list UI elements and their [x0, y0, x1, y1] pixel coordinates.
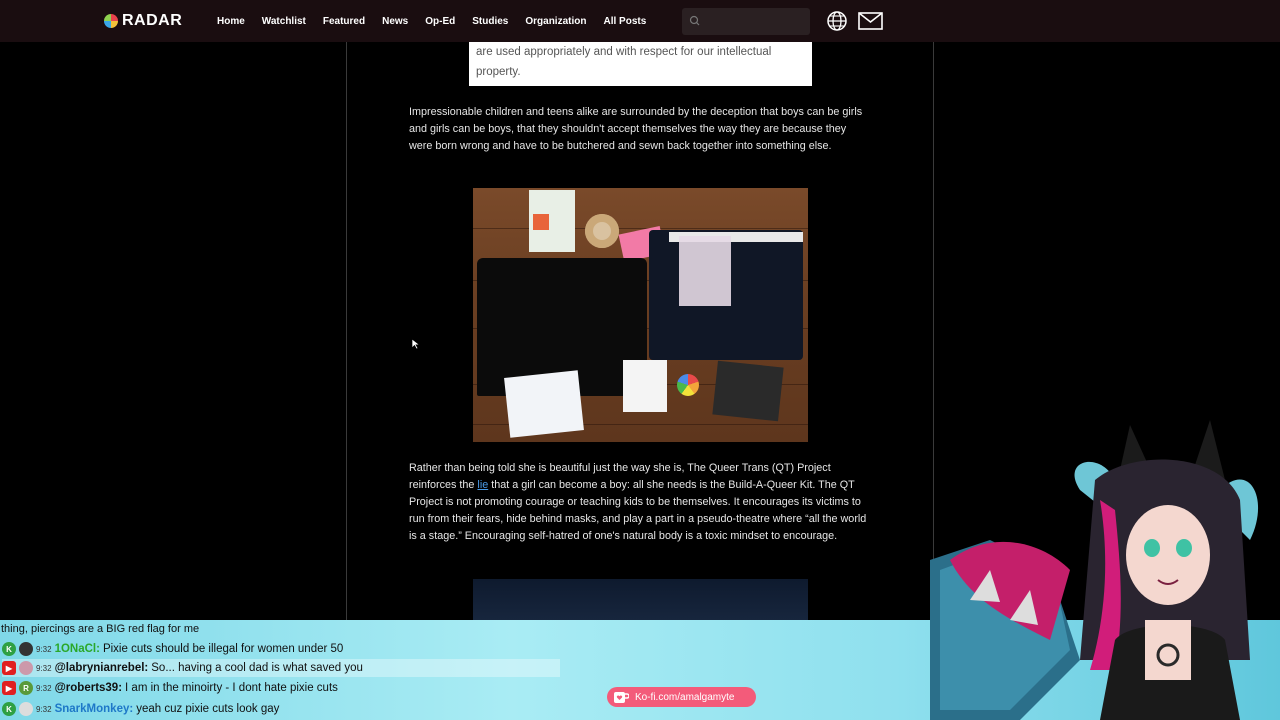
avatar: [19, 642, 33, 656]
top-navbar: RADAR Home Watchlist Featured News Op-Ed…: [0, 0, 1280, 42]
logo-mark-icon: [104, 14, 118, 28]
globe-icon[interactable]: [826, 10, 848, 32]
mouse-cursor-icon: [411, 338, 421, 350]
avatar: [19, 702, 33, 716]
vtuber-avatar: [930, 420, 1259, 720]
kick-badge-icon: K: [2, 642, 16, 656]
nav-links: Home Watchlist Featured News Op-Ed Studi…: [217, 0, 663, 42]
nav-link-all-posts[interactable]: All Posts: [603, 16, 646, 27]
article-paragraph-1: Impressionable children and teens alike …: [409, 106, 863, 152]
mail-icon[interactable]: [858, 12, 883, 30]
nav-link-featured[interactable]: Featured: [323, 16, 365, 27]
avatar: [19, 661, 33, 675]
site-logo[interactable]: RADAR: [104, 12, 182, 30]
nav-link-home[interactable]: Home: [217, 16, 245, 27]
nav-link-news[interactable]: News: [382, 16, 408, 27]
kofi-cup-icon: [614, 691, 629, 703]
chat-message: K 9:32 1ONaCl: Pixie cuts should be ille…: [2, 640, 343, 658]
kick-badge-icon: K: [2, 702, 16, 716]
youtube-badge-icon: ▶: [2, 681, 16, 695]
nav-link-studies[interactable]: Studies: [472, 16, 508, 27]
youtube-badge-icon: ▶: [2, 661, 16, 675]
nav-link-op-ed[interactable]: Op-Ed: [425, 16, 455, 27]
chat-message: ▶ R 9:32 @roberts39: I am in the minoirt…: [2, 679, 338, 697]
article-paragraph-2: Rather than being told she is beautiful …: [409, 462, 867, 542]
lie-link[interactable]: lie: [477, 479, 488, 491]
chat-partial-message: thing, piercings are a BIG red flag for …: [1, 623, 200, 635]
article-column: are used appropriately and with respect …: [346, 42, 934, 620]
search-icon: [689, 15, 700, 26]
logo-text: RADAR: [122, 12, 183, 29]
article-photo-2[interactable]: [473, 579, 808, 620]
nav-link-organization[interactable]: Organization: [525, 16, 586, 27]
kofi-label: Ko-fi.com/amalgamyte: [635, 691, 735, 703]
chat-message: K 9:32 SnarkMonkey: yeah cuz pixie cuts …: [2, 700, 279, 718]
copyright-notice: are used appropriately and with respect …: [469, 42, 812, 86]
nav-link-watchlist[interactable]: Watchlist: [262, 16, 306, 27]
avatar: R: [19, 681, 33, 695]
search-input[interactable]: [682, 8, 810, 35]
kofi-banner[interactable]: Ko-fi.com/amalgamyte: [607, 687, 756, 707]
chat-message: ▶ 9:32 @labrynianrebel: So... having a c…: [2, 659, 560, 677]
article-photo-kit[interactable]: [473, 188, 808, 442]
